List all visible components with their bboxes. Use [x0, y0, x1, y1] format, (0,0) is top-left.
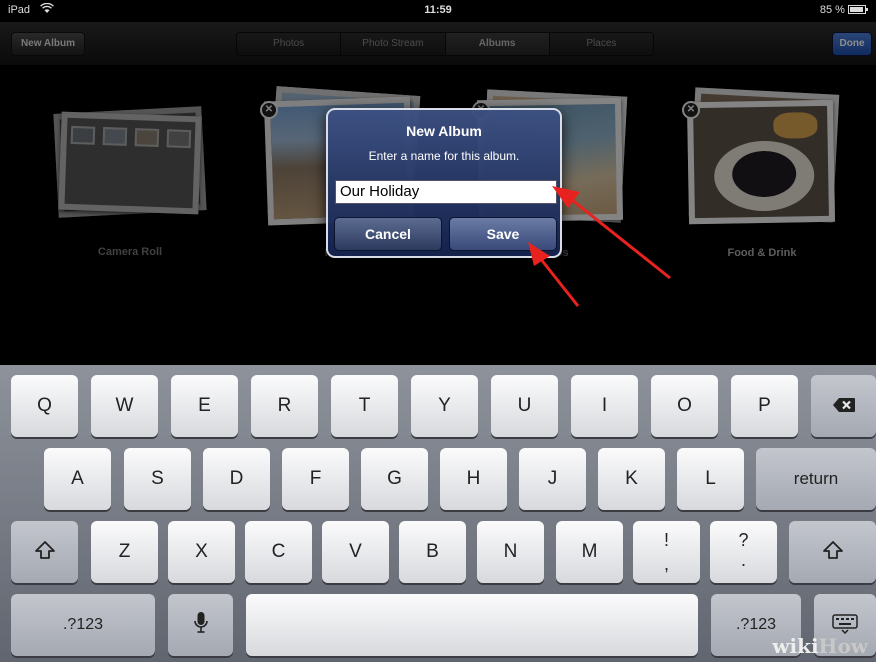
wikihow-logo: wikiHow	[772, 634, 868, 658]
key-lower-char: ,	[663, 554, 669, 574]
status-bar: iPad 11:59 85 %	[0, 0, 876, 22]
key-v[interactable]: V	[322, 521, 389, 583]
dictation-key[interactable]	[168, 594, 233, 656]
new-album-dialog: New Album Enter a name for this album. O…	[326, 108, 562, 258]
key-i[interactable]: I	[571, 375, 638, 437]
shift-key-right[interactable]	[789, 521, 876, 583]
dialog-title: New Album	[406, 123, 482, 139]
key-q[interactable]: Q	[11, 375, 78, 437]
dialog-message: Enter a name for this album.	[368, 149, 520, 163]
key-y[interactable]: Y	[411, 375, 478, 437]
key-question-period[interactable]: ? .	[710, 521, 777, 583]
cancel-button[interactable]: Cancel	[334, 217, 442, 251]
key-s[interactable]: S	[124, 448, 191, 510]
numbers-key-left[interactable]: .?123	[11, 594, 155, 656]
return-key[interactable]: return	[756, 448, 876, 510]
key-a[interactable]: A	[44, 448, 111, 510]
key-z[interactable]: Z	[91, 521, 158, 583]
backspace-icon	[832, 398, 855, 412]
space-bar[interactable]	[246, 594, 698, 656]
key-g[interactable]: G	[361, 448, 428, 510]
clock: 11:59	[424, 4, 452, 16]
backspace-key[interactable]	[811, 375, 876, 437]
album-name-input[interactable]: Our Holiday	[335, 180, 557, 204]
microphone-icon	[193, 612, 208, 633]
key-o[interactable]: O	[651, 375, 718, 437]
shift-key-left[interactable]	[11, 521, 78, 583]
key-f[interactable]: F	[282, 448, 349, 510]
key-u[interactable]: U	[491, 375, 558, 437]
key-d[interactable]: D	[203, 448, 270, 510]
battery-percent: 85 %	[819, 4, 845, 16]
logo-part-wiki: wiki	[772, 634, 819, 658]
key-m[interactable]: M	[556, 521, 623, 583]
key-k[interactable]: K	[598, 448, 665, 510]
battery-icon	[848, 5, 868, 14]
key-l[interactable]: L	[677, 448, 744, 510]
key-upper-char: ?	[738, 530, 749, 550]
key-r[interactable]: R	[251, 375, 318, 437]
key-x[interactable]: X	[168, 521, 235, 583]
key-c[interactable]: C	[245, 521, 312, 583]
key-j[interactable]: J	[519, 448, 586, 510]
logo-part-how: How	[818, 634, 868, 658]
key-upper-char: !	[663, 530, 669, 550]
keyboard-icon	[832, 614, 858, 635]
key-n[interactable]: N	[477, 521, 544, 583]
shift-icon	[822, 541, 843, 559]
key-h[interactable]: H	[440, 448, 507, 510]
onscreen-keyboard: Q W E R T Y U I O P A S D F G H J K L re…	[0, 365, 876, 662]
battery-indicator: 85 %	[820, 4, 868, 16]
key-t[interactable]: T	[331, 375, 398, 437]
key-b[interactable]: B	[399, 521, 466, 583]
shift-icon	[34, 541, 55, 559]
key-exclaim-comma[interactable]: ! ,	[633, 521, 700, 583]
key-lower-char: .	[740, 550, 746, 570]
key-e[interactable]: E	[171, 375, 238, 437]
key-w[interactable]: W	[91, 375, 158, 437]
save-button[interactable]: Save	[449, 217, 557, 251]
key-p[interactable]: P	[731, 375, 798, 437]
